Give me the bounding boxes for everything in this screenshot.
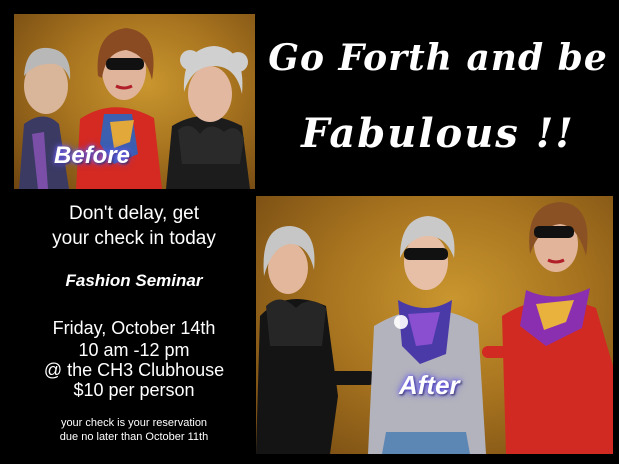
cta-line-2: your check in today — [52, 228, 216, 249]
event-location: @ the CH3 Clubhouse — [43, 360, 225, 380]
event-poster: Before Go Forth and be Fabulous !! Don't… — [0, 0, 619, 464]
event-date: Friday, October 14th — [52, 318, 216, 338]
before-photo: Before — [14, 14, 255, 189]
headline-line-2: Fabulous !! — [301, 110, 575, 157]
headline-line-1: Go Forth and be — [268, 37, 608, 79]
after-photo-illustration — [256, 202, 613, 454]
cta-line-1: Don't delay, get — [68, 203, 200, 224]
before-caption: Before — [54, 142, 131, 169]
event-price: $10 per person — [73, 380, 195, 400]
before-photo-illustration — [19, 28, 250, 189]
event-time: 10 am -12 pm — [78, 340, 190, 360]
after-caption: After — [399, 370, 460, 400]
reservation-note-line-1: your check is your reservation — [60, 417, 208, 429]
event-name: Fashion Seminar — [65, 271, 203, 290]
after-photo: After — [256, 196, 613, 454]
reservation-note-line-2: due no later than October 11th — [59, 431, 209, 443]
